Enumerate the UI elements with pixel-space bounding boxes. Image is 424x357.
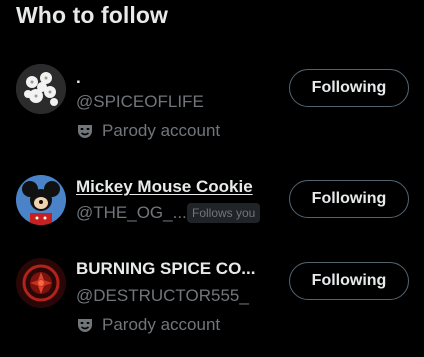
follows-you-badge: Follows you (187, 203, 261, 223)
account-name[interactable]: BURNING SPICE CO... (76, 259, 255, 279)
account-handle[interactable]: @THE_OG_... (76, 203, 187, 223)
mickey-mouse-avatar-icon[interactable] (16, 175, 66, 225)
account-name[interactable]: . (76, 68, 81, 88)
account-handle[interactable]: @DESTRUCTOR555_ (76, 286, 249, 306)
parody-label: Parody account (76, 315, 220, 335)
following-button[interactable]: Following (289, 69, 409, 107)
white-flowers-avatar-icon[interactable] (16, 64, 66, 114)
parody-label: Parody account (76, 121, 220, 141)
parody-label-text: Parody account (102, 121, 221, 140)
theater-mask-icon (76, 316, 94, 334)
account-handle[interactable]: @SPICEOFLIFE (76, 92, 204, 112)
following-button[interactable]: Following (289, 262, 409, 300)
account-name[interactable]: Mickey Mouse Cookie (76, 177, 253, 197)
following-button[interactable]: Following (289, 180, 409, 218)
section-title: Who to follow (16, 2, 169, 28)
red-emblem-avatar-icon[interactable] (16, 258, 66, 308)
parody-label-text: Parody account (102, 315, 221, 334)
theater-mask-icon (76, 122, 94, 140)
